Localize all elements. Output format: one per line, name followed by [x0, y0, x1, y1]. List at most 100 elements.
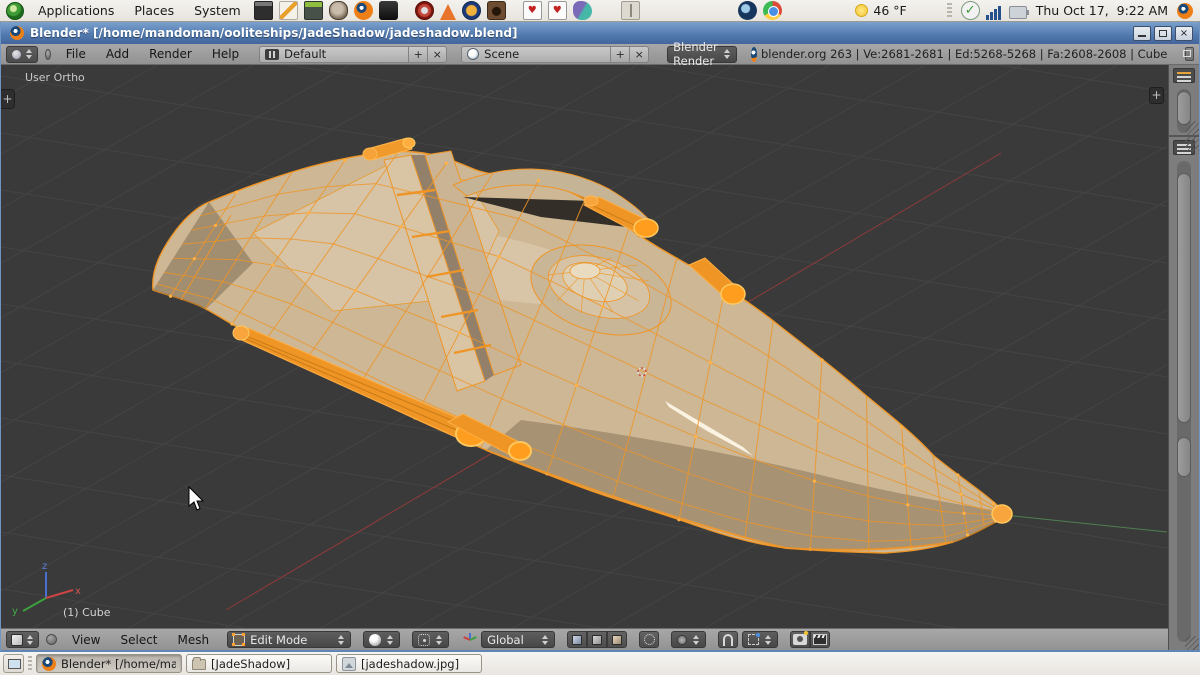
- editor-type-selector[interactable]: [6, 631, 39, 648]
- menu-system[interactable]: System: [184, 0, 251, 21]
- pivot-icon: [418, 634, 430, 646]
- viewport-shading-selector[interactable]: [363, 631, 400, 648]
- resize-grip[interactable]: [1185, 137, 1199, 151]
- view3d-header: View Select Mesh Edit Mode: [1, 628, 1168, 650]
- menu-add[interactable]: Add: [98, 47, 137, 61]
- menu-render[interactable]: Render: [141, 47, 200, 61]
- task-button-blender[interactable]: Blender* [/home/man...: [36, 654, 182, 673]
- manipulator-rotate-button[interactable]: [587, 631, 607, 648]
- shading-solid-icon: [369, 634, 381, 646]
- properties-expand-button[interactable]: +: [1149, 87, 1164, 104]
- sound-recorder-icon[interactable]: [415, 1, 434, 20]
- translate-icon: [572, 635, 582, 645]
- audacity-icon[interactable]: [462, 1, 481, 20]
- folder-icon: [192, 659, 206, 670]
- opengl-animation-button[interactable]: [810, 631, 830, 648]
- blender-tray-icon[interactable]: [1177, 3, 1193, 19]
- close-button[interactable]: ×: [1175, 26, 1193, 41]
- manipulator-translate-button[interactable]: [567, 631, 587, 648]
- rotate-icon: [592, 635, 602, 645]
- cards-icon[interactable]: ♥: [548, 1, 567, 20]
- distro-menu-icon[interactable]: [6, 2, 24, 20]
- image-icon: [342, 657, 356, 671]
- delete-layout-button[interactable]: ×: [428, 46, 447, 63]
- render-engine-selector[interactable]: Blender Render: [667, 46, 737, 63]
- scrollbar-thumb[interactable]: [1177, 91, 1191, 125]
- info-editor-icon: [11, 49, 22, 60]
- mode-selector[interactable]: Edit Mode: [227, 631, 351, 648]
- gimp-icon[interactable]: [329, 1, 348, 20]
- chrome-icon[interactable]: [763, 1, 782, 20]
- maximize-button[interactable]: [1154, 26, 1172, 41]
- menu-help[interactable]: Help: [204, 47, 247, 61]
- outliner-icon[interactable]: [1173, 68, 1195, 83]
- scrollbar-thumb[interactable]: [1177, 173, 1191, 423]
- thunderbird-icon[interactable]: [738, 1, 757, 20]
- 3d-viewport[interactable]: x y z User Ortho (1) Cube + +: [1, 65, 1168, 628]
- volume-mixer-icon[interactable]: [487, 1, 506, 20]
- vlc-icon[interactable]: [440, 4, 456, 20]
- resize-grip[interactable]: [1185, 636, 1199, 650]
- occlude-geometry-button[interactable]: [639, 631, 659, 648]
- screen-layout-selector[interactable]: Default: [259, 46, 409, 63]
- scene-icon: [467, 48, 479, 60]
- gnome-top-panel: Applications Places System ♥ ♥ 46 °F ✓ T…: [0, 0, 1200, 22]
- resize-grip[interactable]: [1185, 121, 1199, 135]
- scene-stats: blender.org 263 | Ve:2681-2681 | Ed:5268…: [761, 47, 1167, 61]
- proportional-edit-icon: [677, 635, 687, 645]
- menu-view[interactable]: View: [64, 633, 108, 647]
- toolshelf-expand-button[interactable]: +: [1, 89, 15, 109]
- calculator-icon[interactable]: [304, 1, 323, 20]
- terminal-icon[interactable]: [254, 1, 273, 20]
- add-layout-button[interactable]: +: [409, 46, 428, 63]
- manipulator-scale-button[interactable]: [607, 631, 627, 648]
- task-button-image[interactable]: [jadeshadow.jpg]: [336, 654, 482, 673]
- inkscape-icon[interactable]: [379, 1, 398, 20]
- chevron-updown-icon: [26, 635, 34, 645]
- axis-y-label: y: [12, 606, 18, 617]
- task-button-folder[interactable]: [JadeShadow]: [186, 654, 332, 673]
- pivot-point-selector[interactable]: [412, 631, 449, 648]
- header-collapse-button[interactable]: [45, 49, 51, 60]
- header-collapse-button[interactable]: [46, 634, 57, 645]
- scrollbar-thumb[interactable]: [1177, 437, 1191, 477]
- delete-scene-button[interactable]: ×: [630, 46, 649, 63]
- menu-mesh[interactable]: Mesh: [170, 633, 218, 647]
- snap-element-selector[interactable]: [742, 631, 778, 648]
- taskbar-handle[interactable]: [28, 656, 32, 671]
- properties-panel[interactable]: [1169, 137, 1199, 650]
- weather-sun-icon[interactable]: [855, 4, 868, 17]
- menu-applications[interactable]: Applications: [28, 0, 124, 21]
- menu-places[interactable]: Places: [124, 0, 184, 21]
- menu-select[interactable]: Select: [112, 633, 165, 647]
- file-manager-icon[interactable]: [621, 1, 640, 20]
- add-scene-button[interactable]: +: [611, 46, 630, 63]
- blender-icon[interactable]: [354, 1, 373, 20]
- menu-file[interactable]: File: [58, 47, 94, 61]
- text-editor-icon[interactable]: [279, 1, 298, 20]
- blender-icon: [42, 657, 56, 671]
- edit-mode-icon: [233, 634, 245, 646]
- viewport-canvas[interactable]: x y z: [1, 65, 1167, 628]
- solitaire-icon[interactable]: ♥: [523, 1, 542, 20]
- snap-toggle-button[interactable]: [718, 631, 738, 648]
- battery-icon[interactable]: [1009, 6, 1027, 19]
- window-duplicate-icon[interactable]: [1185, 47, 1194, 61]
- clock[interactable]: Thu Oct 17, 9:22 AM: [1036, 3, 1168, 18]
- minimize-button[interactable]: [1133, 26, 1151, 41]
- editor-type-selector[interactable]: [6, 46, 38, 63]
- security-shield-icon[interactable]: ✓: [961, 1, 980, 20]
- show-desktop-button[interactable]: [3, 654, 24, 673]
- manipulator-axes-icon[interactable]: [463, 633, 477, 647]
- network-signal-icon[interactable]: [986, 1, 1003, 20]
- pidgin-icon[interactable]: [573, 1, 592, 20]
- proportional-edit-selector[interactable]: [671, 631, 706, 648]
- chevron-updown-icon: [541, 635, 549, 645]
- outliner-panel[interactable]: [1169, 65, 1199, 137]
- blender-logo: [751, 47, 757, 62]
- orientation-selector[interactable]: Global: [481, 631, 555, 648]
- window-titlebar[interactable]: Blender* [/home/mandoman/ooliteships/Jad…: [1, 22, 1199, 44]
- opengl-render-button[interactable]: [790, 631, 810, 648]
- tray-handle[interactable]: [947, 3, 952, 19]
- scene-selector[interactable]: Scene: [461, 46, 611, 63]
